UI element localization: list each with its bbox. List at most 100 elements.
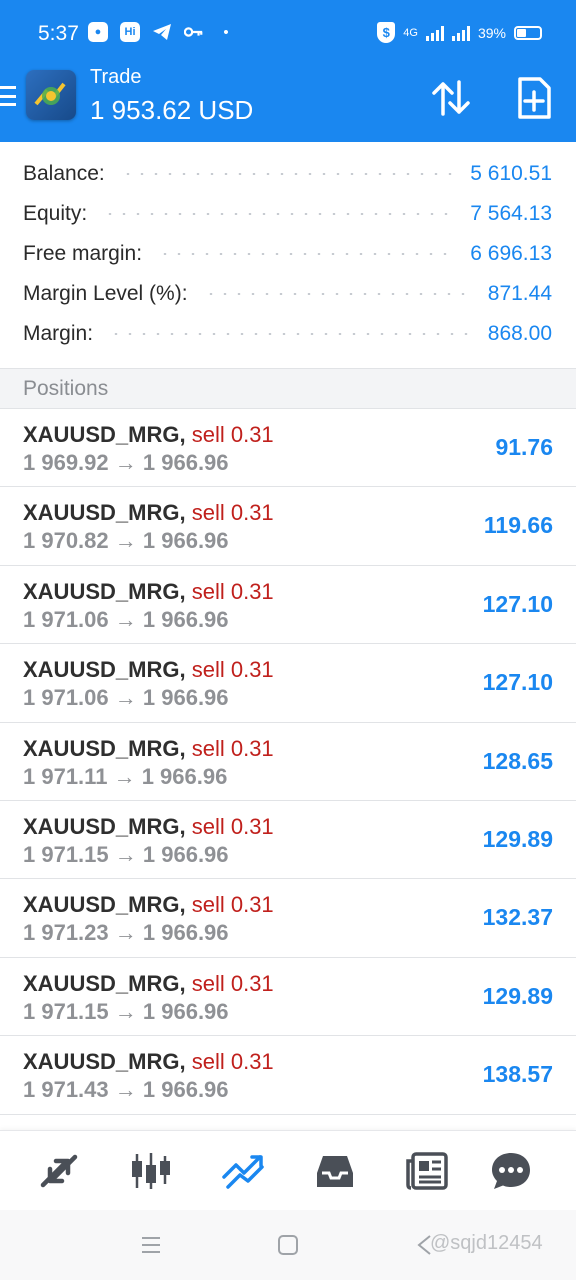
open-price: 1 971.15: [23, 998, 109, 1024]
open-price: 1 971.11: [23, 763, 108, 789]
open-price: 1 971.06: [23, 685, 109, 711]
position-prices: 1 971.15 → 1 966.96: [23, 842, 229, 868]
status-time: 5:37: [38, 22, 79, 45]
watermark: @sqjd12454: [430, 1232, 543, 1254]
position-row[interactable]: XAUUSD_MRG, sell 0.31 1 970.82 → 1 966.9…: [0, 487, 576, 566]
chat-icon[interactable]: [488, 1149, 534, 1193]
price-arrow: →: [114, 1077, 137, 1103]
current-price: 1 966.96: [142, 685, 229, 711]
summary-label: Free margin:: [23, 242, 143, 265]
position-symbol: XAUUSD_MRG: [23, 500, 180, 526]
quotes-icon[interactable]: [36, 1149, 82, 1193]
position-title: XAUUSD_MRG, sell 0.31: [23, 736, 274, 762]
signal-icon: [425, 25, 444, 41]
summary-label: Margin:: [23, 322, 94, 345]
menu-icon[interactable]: [0, 84, 16, 108]
position-separator: ,: [179, 813, 186, 839]
page-title: Trade: [90, 66, 142, 88]
sort-icon[interactable]: [430, 78, 472, 118]
dotted-leader: [120, 173, 455, 175]
position-symbol: XAUUSD_MRG: [23, 422, 180, 447]
summary-label: Balance:: [23, 162, 105, 185]
current-price: 1 966.96: [141, 763, 228, 789]
positions-header: Positions: [0, 368, 576, 409]
position-prices: 1 971.06 → 1 966.96: [23, 685, 229, 711]
dotted-leader: [158, 253, 455, 255]
home-icon[interactable]: [277, 1234, 299, 1261]
news-icon[interactable]: [404, 1149, 450, 1193]
position-row[interactable]: XAUUSD_MRG, sell 0.31 1 971.06 → 1 966.9…: [0, 644, 576, 723]
status-right: $ 4G 39%: [377, 22, 542, 43]
position-symbol: XAUUSD_MRG: [23, 578, 180, 604]
current-price: 1 966.96: [142, 450, 229, 475]
positions-list[interactable]: XAUUSD_MRG, sell 0.31 1 969.92 → 1 966.9…: [0, 409, 576, 1115]
summary-row-free-margin: Free margin: 6 696.13: [23, 234, 552, 274]
position-prices: 1 971.06 → 1 966.96: [23, 607, 229, 633]
security-shield-icon: $: [377, 22, 396, 43]
position-direction: sell 0.31: [191, 970, 274, 996]
position-row[interactable]: XAUUSD_MRG, sell 0.31 1 971.43 → 1 966.9…: [0, 1036, 576, 1115]
current-price: 1 966.96: [142, 1077, 229, 1103]
position-prices: 1 971.11 → 1 966.96: [23, 764, 227, 790]
position-separator: ,: [179, 657, 186, 683]
price-arrow: →: [114, 998, 137, 1024]
position-symbol: XAUUSD_MRG: [23, 657, 180, 683]
position-symbol: XAUUSD_MRG: [23, 892, 180, 918]
position-profit: 127.10: [482, 669, 553, 696]
summary-row-balance: Balance: 5 610.51: [23, 154, 552, 194]
position-direction: sell 0.31: [191, 813, 274, 839]
current-price: 1 966.96: [142, 841, 229, 867]
open-price: 1 969.92: [23, 450, 109, 475]
position-profit: 91.76: [495, 434, 553, 460]
current-price: 1 966.96: [142, 606, 229, 632]
system-nav: @sqjd12454: [0, 1210, 576, 1280]
position-prices: 1 971.23 → 1 966.96: [23, 920, 229, 946]
open-price: 1 971.15: [23, 841, 109, 867]
dotted-leader: [103, 213, 455, 215]
position-row[interactable]: XAUUSD_MRG, sell 0.31 1 969.92 → 1 966.9…: [0, 409, 576, 488]
position-prices: 1 971.15 → 1 966.96: [23, 999, 229, 1025]
chart-candles-icon[interactable]: [128, 1149, 174, 1193]
trade-icon[interactable]: [220, 1149, 266, 1193]
position-separator: ,: [179, 1049, 186, 1075]
position-row[interactable]: XAUUSD_MRG, sell 0.31 1 971.15 → 1 966.9…: [0, 957, 576, 1037]
position-separator: ,: [179, 892, 186, 918]
position-title: XAUUSD_MRG, sell 0.31: [23, 500, 274, 526]
position-profit: 127.10: [482, 590, 553, 617]
position-symbol: XAUUSD_MRG: [23, 970, 180, 996]
network-type: 4G: [403, 26, 418, 39]
summary-value: 6 696.13: [470, 242, 552, 265]
price-arrow: →: [114, 685, 137, 711]
notification-icons: ● Hi •: [88, 22, 236, 42]
position-direction: sell 0.31: [191, 892, 274, 918]
position-row[interactable]: XAUUSD_MRG, sell 0.31 1 971.23 → 1 966.9…: [0, 879, 576, 958]
position-profit: 132.37: [482, 904, 553, 931]
summary-row-margin: Margin: 868.00: [23, 314, 552, 354]
history-inbox-icon[interactable]: [312, 1149, 358, 1193]
position-symbol: XAUUSD_MRG: [23, 1049, 180, 1075]
position-row[interactable]: XAUUSD_MRG, sell 0.31 1 971.11 → 1 966.9…: [0, 722, 576, 801]
position-row[interactable]: XAUUSD_MRG, sell 0.31 1 971.15 → 1 966.9…: [0, 800, 576, 880]
recents-icon[interactable]: [140, 1234, 162, 1261]
summary-value: 871.44: [487, 282, 552, 305]
summary-row-margin-level: Margin Level (%): 871.44: [23, 274, 552, 314]
position-row[interactable]: XAUUSD_MRG, sell 0.31 1 971.06 → 1 966.9…: [0, 565, 576, 645]
position-profit: 119.66: [483, 512, 553, 539]
position-separator: ,: [179, 422, 186, 447]
battery-percent: 39%: [477, 24, 506, 41]
app-notification-icon: ●: [88, 22, 108, 42]
position-symbol: XAUUSD_MRG: [23, 735, 180, 761]
new-order-icon[interactable]: [516, 76, 552, 120]
position-profit: 129.89: [482, 825, 553, 852]
battery-icon: [514, 25, 542, 40]
summary-value: 7 564.13: [470, 202, 552, 225]
price-arrow: →: [113, 763, 136, 789]
account-summary: Balance: 5 610.51 Equity: 7 564.13 Free …: [0, 142, 576, 368]
position-prices: 1 969.92 → 1 966.96: [23, 450, 229, 476]
account-balance: 1 953.62 USD: [90, 95, 254, 125]
position-title: XAUUSD_MRG, sell 0.31: [23, 579, 274, 605]
dotted-leader: [203, 293, 472, 295]
signal-2-icon: [451, 25, 470, 41]
summary-value: 5 610.51: [470, 162, 552, 185]
position-separator: ,: [179, 500, 186, 526]
